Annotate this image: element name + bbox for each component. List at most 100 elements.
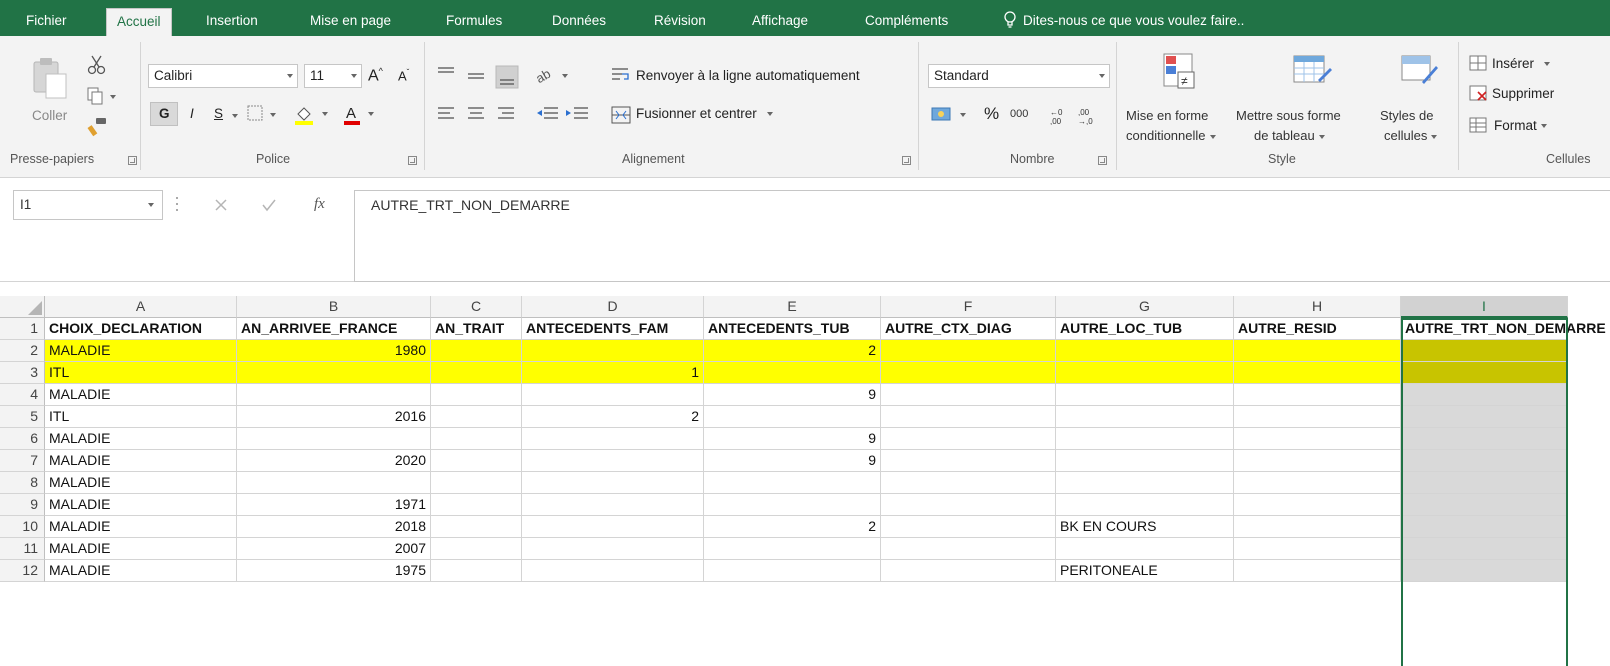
data-cell[interactable] (1234, 560, 1401, 582)
decimal-adjust-icons[interactable]: ←0 ,00 ,00 →,0 (1048, 104, 1106, 126)
data-cell[interactable] (431, 494, 522, 516)
select-all-corner[interactable] (0, 296, 45, 318)
format-as-table-button[interactable]: de tableau (1254, 128, 1325, 143)
data-cell[interactable] (1056, 538, 1234, 560)
column-header-e[interactable]: E (704, 296, 881, 318)
format-painter-icon[interactable] (86, 116, 110, 138)
data-cell[interactable] (431, 340, 522, 362)
data-cell[interactable] (704, 472, 881, 494)
data-cell[interactable] (704, 538, 881, 560)
data-cell[interactable]: 1980 (237, 340, 431, 362)
header-cell[interactable]: AN_ARRIVEE_FRANCE (237, 318, 431, 340)
header-cell[interactable]: CHOIX_DECLARATION (45, 318, 237, 340)
cut-icon[interactable] (86, 54, 108, 76)
header-cell[interactable]: AN_TRAIT (431, 318, 522, 340)
data-cell[interactable] (1234, 494, 1401, 516)
number-format-select[interactable]: Standard (928, 64, 1110, 88)
row-header[interactable]: 8 (0, 472, 45, 494)
data-cell[interactable] (1401, 538, 1568, 560)
data-cell[interactable] (1401, 472, 1568, 494)
cell-styles-icon[interactable] (1398, 52, 1440, 92)
data-cell[interactable] (1401, 340, 1568, 362)
data-cell[interactable] (1234, 428, 1401, 450)
column-header-g[interactable]: G (1056, 296, 1234, 318)
data-cell[interactable] (431, 472, 522, 494)
enter-check-icon[interactable] (260, 196, 278, 214)
column-header-f[interactable]: F (881, 296, 1056, 318)
header-cell[interactable]: AUTRE_CTX_DIAG (881, 318, 1056, 340)
copy-icon[interactable] (86, 86, 122, 106)
data-cell[interactable]: 1975 (237, 560, 431, 582)
data-cell[interactable]: 2016 (237, 406, 431, 428)
conditional-formatting-label-1[interactable]: Mise en forme (1126, 108, 1208, 123)
decrease-font-size-icon[interactable]: Aˇ (398, 68, 409, 83)
accounting-format-icon[interactable] (930, 104, 974, 126)
row-header[interactable]: 12 (0, 560, 45, 582)
horizontal-align-icons[interactable] (434, 102, 520, 126)
data-cell[interactable] (704, 362, 881, 384)
data-cell[interactable] (1401, 362, 1568, 384)
tell-me-search[interactable]: Dites-nous ce que vous voulez faire.. (1023, 10, 1244, 36)
data-cell[interactable] (237, 428, 431, 450)
data-cell[interactable] (1234, 406, 1401, 428)
data-cell[interactable]: MALADIE (45, 538, 237, 560)
header-cell[interactable]: AUTRE_TRT_NON_DEMARRE (1401, 318, 1606, 340)
data-cell[interactable]: ITL (45, 362, 237, 384)
data-cell[interactable] (881, 384, 1056, 406)
data-cell[interactable] (522, 494, 704, 516)
row-header[interactable]: 11 (0, 538, 45, 560)
row-header[interactable]: 3 (0, 362, 45, 384)
tab-insertion[interactable]: Insertion (206, 10, 258, 36)
data-cell[interactable] (1234, 340, 1401, 362)
data-cell[interactable] (1056, 362, 1234, 384)
underline-button[interactable]: S (214, 106, 223, 121)
data-cell[interactable]: PERITONEALE (1056, 560, 1234, 582)
data-cell[interactable] (522, 538, 704, 560)
tab-donnees[interactable]: Données (552, 10, 606, 36)
data-cell[interactable] (431, 406, 522, 428)
data-cell[interactable] (1401, 450, 1568, 472)
thousands-separator-button[interactable]: 000 (1010, 108, 1028, 120)
data-cell[interactable] (237, 472, 431, 494)
data-cell[interactable]: MALADIE (45, 450, 237, 472)
data-cell[interactable] (881, 362, 1056, 384)
column-header-a[interactable]: A (45, 296, 237, 318)
data-cell[interactable] (1234, 450, 1401, 472)
tab-affichage[interactable]: Affichage (752, 10, 808, 36)
data-cell[interactable] (704, 560, 881, 582)
header-cell[interactable]: AUTRE_RESID (1234, 318, 1401, 340)
data-cell[interactable]: 2018 (237, 516, 431, 538)
data-cell[interactable] (881, 450, 1056, 472)
data-cell[interactable]: 9 (704, 384, 881, 406)
delete-cells-button[interactable]: Supprimer (1492, 86, 1554, 101)
data-cell[interactable] (1056, 406, 1234, 428)
data-cell[interactable] (522, 384, 704, 406)
orientation-icon[interactable]: ab (534, 64, 574, 86)
row-header[interactable]: 9 (0, 494, 45, 516)
data-cell[interactable] (522, 560, 704, 582)
tab-mise-en-page[interactable]: Mise en page (310, 10, 391, 36)
delete-cells-icon[interactable] (1468, 84, 1490, 104)
percent-style-button[interactable]: % (984, 104, 999, 124)
data-cell[interactable] (881, 494, 1056, 516)
row-header[interactable]: 7 (0, 450, 45, 472)
font-name-select[interactable]: Calibri (148, 64, 298, 88)
data-cell[interactable] (704, 406, 881, 428)
merge-center-icon[interactable] (610, 104, 632, 126)
column-header-b[interactable]: B (237, 296, 431, 318)
data-cell[interactable] (522, 516, 704, 538)
increase-font-size-icon[interactable]: A^ (368, 66, 383, 85)
format-as-table-icon[interactable] (1290, 52, 1334, 92)
data-cell[interactable] (431, 560, 522, 582)
data-cell[interactable] (237, 384, 431, 406)
row-header[interactable]: 2 (0, 340, 45, 362)
data-cell[interactable] (237, 362, 431, 384)
data-cell[interactable] (522, 428, 704, 450)
row-header[interactable]: 1 (0, 318, 45, 340)
data-cell[interactable] (1234, 538, 1401, 560)
wrap-text-icon[interactable] (610, 64, 632, 86)
data-cell[interactable]: 2 (704, 516, 881, 538)
data-cell[interactable] (431, 538, 522, 560)
conditional-formatting-icon[interactable]: ≠ (1160, 52, 1202, 92)
data-cell[interactable] (1234, 362, 1401, 384)
